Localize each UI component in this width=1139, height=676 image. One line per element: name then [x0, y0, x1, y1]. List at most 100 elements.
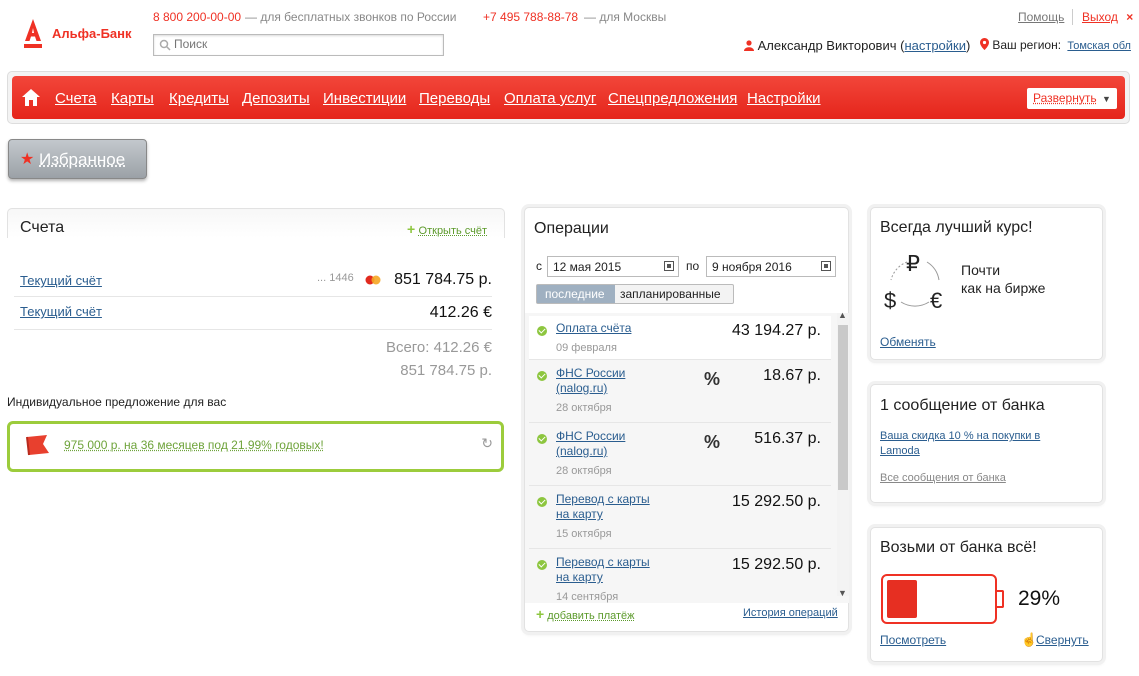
euro-icon: €: [930, 288, 943, 313]
nav-settings[interactable]: Настройки: [747, 90, 821, 107]
operations-tabs: последние запланированные: [536, 284, 734, 304]
operation-row[interactable]: ФНС России (nalog.ru) 28 октября % 516.3…: [529, 424, 831, 486]
operation-row[interactable]: Перевод с карты на карту 15 октября 15 2…: [529, 487, 831, 549]
alfa-logo-icon[interactable]: [22, 18, 44, 50]
all-messages-link[interactable]: Все сообщения от банка: [880, 472, 1006, 484]
operation-amount: 15 292.50 р.: [732, 493, 821, 510]
nav-transfers[interactable]: Переводы: [419, 90, 490, 107]
calendar-icon[interactable]: [664, 261, 674, 271]
message-link[interactable]: Ваша скидка 10 % на покупки в Lamoda: [880, 429, 1070, 459]
from-date-field[interactable]: 12 мая 2015: [547, 256, 679, 277]
close-icon[interactable]: ×: [1126, 10, 1133, 24]
rate-text-line1: Почти: [961, 262, 1001, 278]
operation-row[interactable]: ФНС России (nalog.ru) 28 октября % 18.67…: [529, 361, 831, 423]
scroll-down-icon[interactable]: ▼: [838, 588, 847, 598]
view-link[interactable]: Посмотреть: [880, 633, 946, 647]
phone-free: 8 800 200-00-00: [153, 10, 242, 24]
operation-name[interactable]: Перевод с карты на карту: [556, 492, 666, 522]
operation-row[interactable]: Оплата счёта 09 февраля 43 194.27 р.: [529, 316, 831, 360]
operations-card: Операции с 12 мая 2015 по 9 ноября 2016 …: [524, 207, 849, 632]
nav-investments[interactable]: Инвестиции: [323, 90, 406, 107]
battery-fill: [887, 580, 918, 618]
operation-row[interactable]: Перевод с карты на карту 14 сентября 15 …: [529, 550, 831, 603]
nav-cards[interactable]: Карты: [111, 90, 154, 107]
operations-title: Операции: [534, 220, 609, 237]
operation-amount: 516.37 р.: [754, 430, 821, 447]
operation-date: 28 октября: [556, 465, 612, 477]
collapse-link[interactable]: Свернуть: [1036, 633, 1089, 647]
account-row[interactable]: Текущий счёт ... 1446 851 784.75 р.: [14, 264, 492, 297]
history-link[interactable]: История операций: [743, 607, 838, 619]
to-date-field[interactable]: 9 ноября 2016: [706, 256, 836, 277]
nav-accounts[interactable]: Счета: [55, 90, 96, 107]
search-input[interactable]: [174, 37, 434, 51]
nav-payments[interactable]: Оплата услуг: [504, 90, 596, 107]
total-eur: Всего: 412.26 €: [385, 339, 492, 356]
operation-amount: 18.67 р.: [763, 367, 821, 384]
card-mask: ... 1446: [317, 272, 354, 284]
phone-free-note: — для бесплатных звонков по России: [245, 10, 457, 24]
total-rub: 851 784.75 р.: [400, 362, 492, 379]
tab-scheduled[interactable]: запланированные: [620, 287, 721, 301]
account-name[interactable]: Текущий счёт: [20, 273, 102, 288]
operations-list[interactable]: Оплата счёта 09 февраля 43 194.27 р. ФНС…: [525, 313, 849, 603]
user-icon: [744, 40, 754, 51]
account-amount: 412.26 €: [429, 304, 492, 321]
triangle-down-icon: ▼: [1101, 94, 1111, 104]
operations-scrollbar[interactable]: ▲ ▼: [837, 310, 849, 598]
account-name[interactable]: Текущий счёт: [20, 304, 102, 319]
operation-date: 28 октября: [556, 402, 612, 414]
phone-moscow-note: — для Москвы: [584, 10, 667, 24]
location-pin-icon: [980, 38, 989, 50]
brand-name[interactable]: Альфа-Банк: [52, 26, 132, 41]
favorites-button[interactable]: ★ Избранное: [8, 139, 147, 179]
offer-text[interactable]: 975 000 р. на 36 месяцев под 21.99% годо…: [64, 438, 324, 452]
separator: [1072, 9, 1073, 25]
hand-icon: ☝: [1021, 632, 1038, 647]
plus-icon: +: [407, 221, 416, 237]
expand-button[interactable]: Развернуть ▼: [1027, 88, 1117, 109]
nav-credits[interactable]: Кредиты: [169, 90, 229, 107]
add-payment-link[interactable]: добавить платёж: [547, 610, 634, 622]
operation-name[interactable]: ФНС России (nalog.ru): [556, 429, 636, 459]
flag-icon: [26, 435, 49, 456]
scroll-up-icon[interactable]: ▲: [838, 310, 847, 320]
exchange-link[interactable]: Обменять: [880, 335, 936, 349]
offer-banner[interactable]: 975 000 р. на 36 месяцев под 21.99% годо…: [7, 421, 504, 472]
region-label: Ваш регион:: [992, 38, 1062, 52]
messages-title: 1 сообщение от банка: [880, 397, 1045, 414]
operation-name[interactable]: Оплата счёта: [556, 321, 631, 336]
dollar-icon: $: [884, 288, 897, 313]
region-link[interactable]: Томская обл: [1067, 40, 1131, 52]
refresh-icon[interactable]: ↻: [481, 435, 493, 452]
operation-date: 09 февраля: [556, 342, 617, 354]
check-icon: [537, 371, 547, 381]
star-icon: ★: [20, 151, 35, 168]
percent-icon: %: [704, 369, 721, 389]
search-icon: [159, 39, 171, 51]
user-name: Александр Викторович: [757, 38, 897, 53]
exit-link[interactable]: Выход: [1082, 10, 1118, 24]
open-account-link[interactable]: Открыть счёт: [419, 225, 488, 237]
operation-name[interactable]: ФНС России (nalog.ru): [556, 366, 636, 396]
tab-recent[interactable]: последние: [537, 285, 615, 303]
favorites-label: Избранное: [39, 150, 126, 169]
to-date-value: 9 ноября 2016: [712, 260, 792, 274]
operation-amount: 15 292.50 р.: [732, 556, 821, 573]
from-label: с: [536, 259, 542, 273]
calendar-icon[interactable]: [821, 261, 831, 271]
settings-link[interactable]: настройки: [904, 38, 966, 53]
help-link[interactable]: Помощь: [1018, 10, 1064, 24]
rate-card: Всегда лучший курс! ₽ $ € Почти как на б…: [870, 207, 1103, 360]
account-row[interactable]: Текущий счёт 412.26 €: [14, 297, 492, 330]
battery-percent: 29%: [1018, 587, 1061, 610]
search-box[interactable]: [153, 34, 444, 56]
scrollbar-thumb[interactable]: [838, 325, 848, 490]
nav-special-offers[interactable]: Спецпредложения: [608, 90, 737, 107]
operation-amount: 43 194.27 р.: [732, 322, 821, 339]
nav-deposits[interactable]: Депозиты: [242, 90, 310, 107]
to-label: по: [686, 259, 700, 273]
rate-text-line2: как на бирже: [961, 280, 1046, 296]
home-icon[interactable]: [22, 89, 40, 106]
operation-name[interactable]: Перевод с карты на карту: [556, 555, 666, 585]
